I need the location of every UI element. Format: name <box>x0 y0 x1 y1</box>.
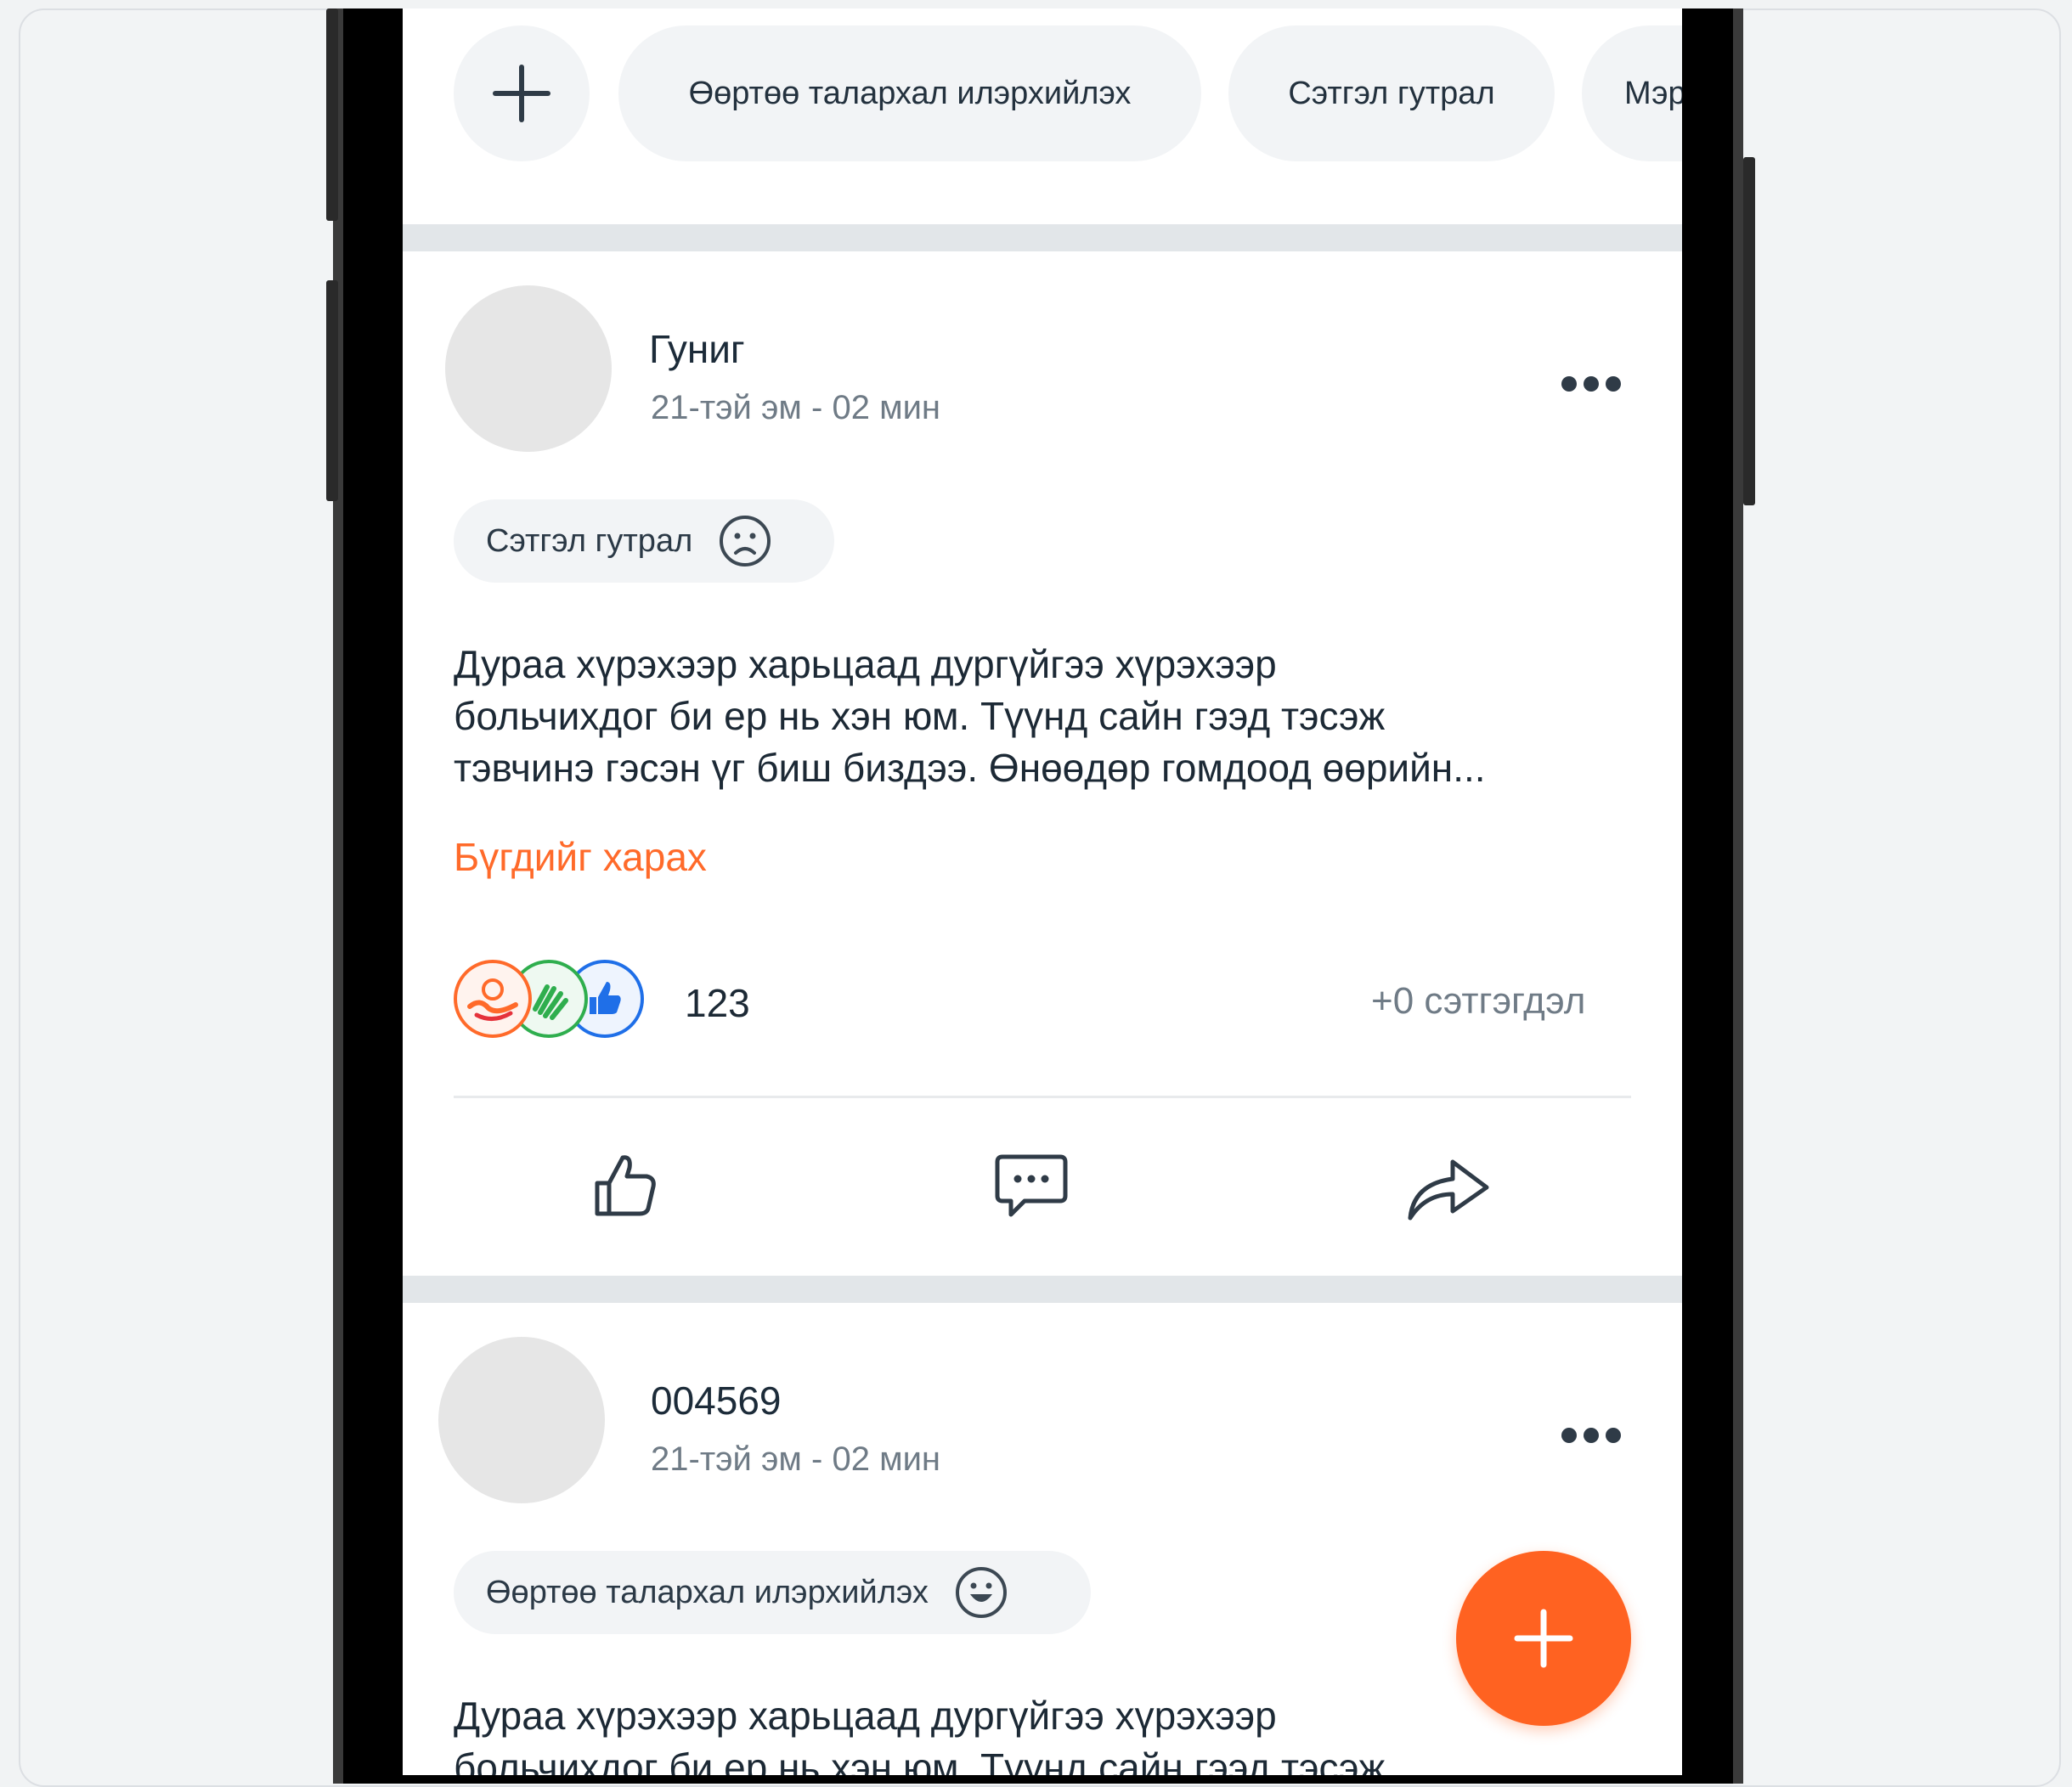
share-button[interactable] <box>1407 1143 1492 1228</box>
create-post-button[interactable] <box>1456 1551 1631 1726</box>
more-dots-icon <box>1561 1428 1577 1443</box>
post-text: Дураа хүрэхээр харьцаад дургүйгээ хүрэхэ… <box>454 1694 1386 1775</box>
avatar[interactable] <box>438 1337 605 1503</box>
sad-face-icon <box>720 516 771 567</box>
more-options-button[interactable] <box>1561 375 1621 392</box>
app-screen: Өөртөө талархал илэрхийлэх Сэтгэл гутрал… <box>403 8 1682 1775</box>
emotion-chip-row: Өөртөө талархал илэрхийлэх Сэтгэл гутрал… <box>403 8 1682 224</box>
post-author[interactable]: Гуниг <box>649 326 745 372</box>
post-author[interactable]: 004569 <box>651 1378 782 1423</box>
share-icon <box>1408 1159 1489 1220</box>
emotion-chip-label: Мэр <box>1624 75 1682 111</box>
love-reaction-icon <box>454 960 532 1038</box>
emotion-chip[interactable]: Мэр <box>1582 25 1682 161</box>
comment-count[interactable]: +0 сэтгэгдэл <box>1371 980 1585 1023</box>
post-time: 21-тэй эм - 02 мин <box>651 1440 940 1478</box>
phone-button-right <box>1743 157 1755 505</box>
comment-button[interactable] <box>989 1143 1074 1228</box>
emotion-chip[interactable]: Өөртөө талархал илэрхийлэх <box>618 25 1201 161</box>
reaction-count: 123 <box>685 981 750 1025</box>
post-text: Дураа хүрэхээр харьцаад дургүйгээ хүрэхэ… <box>454 642 1486 790</box>
emotion-chip[interactable]: Сэтгэл гутрал <box>1228 25 1555 161</box>
emotion-tag[interactable]: Өөртөө талархал илэрхийлэх <box>454 1551 1091 1634</box>
phone-button-left-2 <box>326 280 338 501</box>
more-dots-icon <box>1561 376 1577 392</box>
add-emotion-button[interactable] <box>454 25 590 161</box>
reaction-summary[interactable] <box>454 960 658 1045</box>
more-options-button[interactable] <box>1561 1427 1621 1444</box>
emotion-chip-label: Өөртөө талархал илэрхийлэх <box>688 75 1132 111</box>
emotion-chip-label: Сэтгэл гутрал <box>1288 75 1495 111</box>
like-button[interactable] <box>584 1143 669 1228</box>
avatar[interactable] <box>445 285 612 452</box>
feed-post: Гуниг 21-тэй эм - 02 мин Сэтгэл гутрал Д… <box>403 251 1682 1276</box>
emotion-tag-label: Өөртөө талархал илэрхийлэх <box>486 1574 929 1610</box>
post-time: 21-тэй эм - 02 мин <box>651 389 940 426</box>
emotion-tag[interactable]: Сэтгэл гутрал <box>454 499 834 583</box>
comment-icon <box>995 1154 1068 1217</box>
plus-icon <box>493 65 550 122</box>
phone-button-left-1 <box>326 8 338 221</box>
feed-divider <box>403 1276 1682 1303</box>
thumbs-up-icon <box>595 1155 656 1216</box>
happy-face-icon <box>955 1567 1007 1618</box>
feed-divider <box>403 224 1682 251</box>
emotion-tag-label: Сэтгэл гутрал <box>486 522 693 559</box>
plus-icon <box>1514 1609 1573 1668</box>
see-all-link[interactable]: Бүгдийг харах <box>454 834 707 880</box>
post-separator <box>454 1096 1631 1098</box>
